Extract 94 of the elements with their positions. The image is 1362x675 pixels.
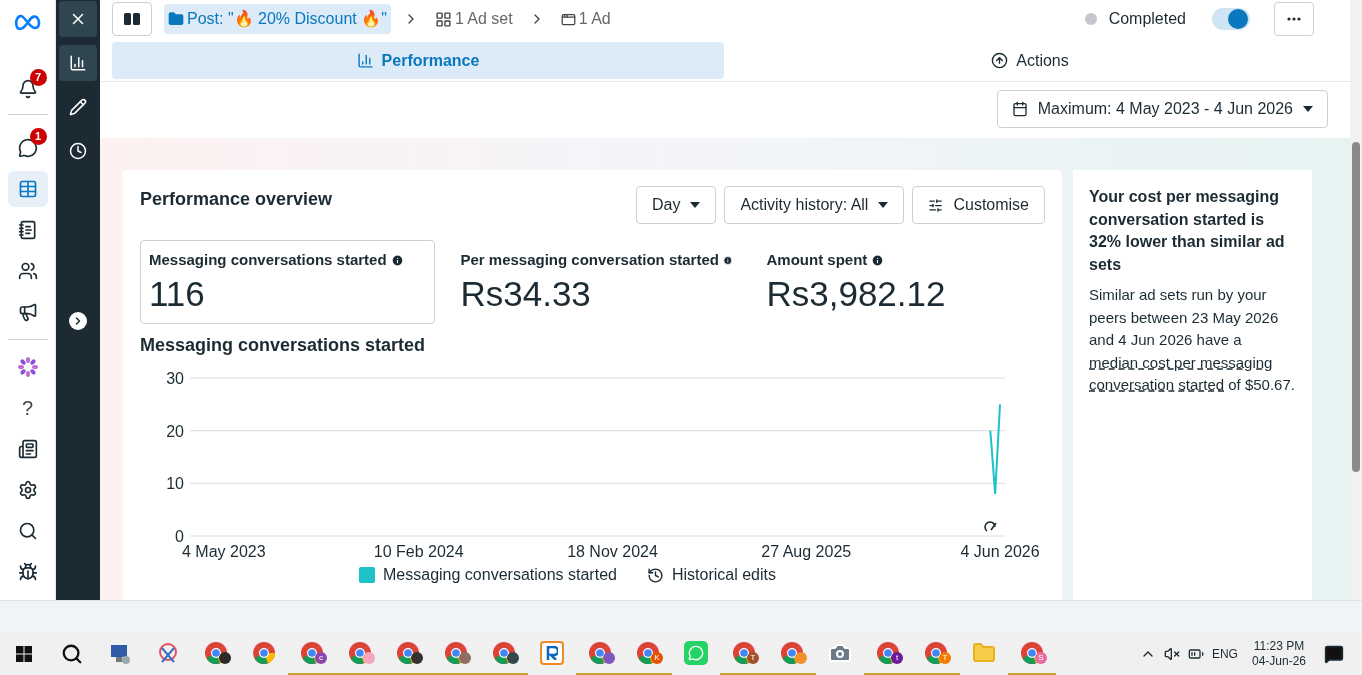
- table-icon: [17, 179, 38, 199]
- gear-icon: [17, 480, 38, 500]
- search-icon: [61, 642, 83, 665]
- logo-icon: [13, 14, 42, 30]
- legend-label: Historical edits: [671, 565, 776, 585]
- insight-text: Similar ad sets run by your peers between 23 May 2026 and 4 Jun 2026 have a median cost per messaging conversation started of $50.67.: [1089, 285, 1296, 395]
- history-icon: [646, 566, 664, 584]
- tab[interactable]: Actions: [724, 42, 1336, 79]
- notebook-icon: [17, 220, 38, 240]
- metric-label: Per messaging conversation started: [460, 250, 719, 270]
- dropdown-button[interactable]: Day: [635, 186, 717, 224]
- dropdown-button[interactable]: Activity history: All: [724, 186, 905, 224]
- scrollbar-thumb[interactable]: [1352, 142, 1360, 472]
- nav-item[interactable]: ?: [7, 390, 48, 426]
- taskbar-app[interactable]: K: [624, 632, 672, 675]
- metric-label: Messaging conversations started: [149, 250, 387, 270]
- app-icon: [540, 640, 564, 665]
- breadcrumb-link[interactable]: Post: "🔥 20% Discount 🔥": [164, 4, 391, 34]
- caret-icon: [1303, 106, 1313, 112]
- breadcrumb-link[interactable]: 1 Ad set: [430, 4, 517, 34]
- metric-label: Amount spent: [766, 250, 868, 270]
- chat-icon: [17, 138, 38, 158]
- median-cost-link[interactable]: conversation started: [1089, 376, 1225, 393]
- toggle-switch[interactable]: [1212, 8, 1250, 30]
- clock-time: 11:23 PM: [1253, 638, 1305, 654]
- chat-app-icon: [684, 640, 708, 665]
- axis-tick-label: 10: [166, 475, 184, 493]
- bar-chart-icon: [356, 52, 374, 69]
- notification-badge: 1: [29, 128, 47, 145]
- browser-icon: [252, 640, 276, 665]
- expand-button[interactable]: [69, 312, 87, 330]
- card-title: Performance overview: [140, 188, 333, 211]
- folder-icon: [168, 11, 184, 27]
- date-range-button[interactable]: Maximum: 4 May 2023 - 4 Jun 2026: [996, 90, 1328, 128]
- rail-button[interactable]: [59, 45, 97, 81]
- legend-label: Messaging conversations started: [383, 565, 617, 585]
- search-icon: [17, 521, 38, 541]
- info-icon: [871, 253, 885, 267]
- language-indicator: ENG: [1211, 645, 1238, 663]
- settings-icon: [928, 197, 944, 213]
- customise-button[interactable]: Customise: [912, 186, 1045, 224]
- speaker-muted-icon: [1163, 645, 1180, 662]
- news-icon: [17, 439, 38, 459]
- info-icon: [390, 253, 404, 267]
- metric-value: Rs34.33: [460, 272, 592, 315]
- notifications-icon: [1324, 643, 1344, 664]
- bug-icon: [17, 562, 38, 582]
- people-icon: [17, 261, 38, 281]
- grid-icon: [434, 10, 452, 28]
- clock-date: 04-Jun-26: [1251, 653, 1306, 669]
- axis-tick-label: 0: [175, 528, 184, 545]
- notification-badge: 7: [29, 69, 47, 86]
- caret-icon: [690, 202, 701, 208]
- windows-icon: [16, 645, 32, 662]
- taskbar-app[interactable]: c: [288, 632, 336, 675]
- tab[interactable]: Performance: [112, 42, 724, 79]
- axis-tick-label: 4 May 2023: [182, 543, 266, 560]
- pencil-icon: [69, 98, 87, 116]
- split-panel-icon: [124, 13, 140, 25]
- chart-title: Messaging conversations started: [140, 334, 427, 357]
- status-label: Completed: [1108, 9, 1186, 29]
- nav-item[interactable]: 1: [7, 130, 48, 166]
- arrow-up-icon: [991, 52, 1009, 69]
- breadcrumb-link[interactable]: 1 Ad: [556, 4, 615, 34]
- info-icon: [722, 253, 733, 267]
- metric-tile[interactable]: Amount spent Rs3,982.12: [757, 240, 1045, 324]
- axis-tick-label: 30: [166, 370, 184, 387]
- median-cost-link[interactable]: median cost per messaging: [1089, 353, 1273, 371]
- metric-tile[interactable]: Messaging conversations started 116: [140, 240, 436, 324]
- axis-tick-label: 18 Nov 2024: [567, 543, 658, 560]
- clock-icon: [69, 142, 87, 160]
- megaphone-icon: [17, 302, 38, 322]
- taskbar-app[interactable]: t: [864, 632, 912, 675]
- close-button[interactable]: [59, 1, 97, 37]
- folder-icon: [972, 640, 996, 665]
- axis-tick-label: 10 Feb 2024: [373, 543, 464, 560]
- edit-marker-icon: [984, 521, 997, 532]
- panel-toggle-button[interactable]: [112, 2, 152, 36]
- calendar-icon: [1011, 101, 1028, 117]
- metric-value: 116: [149, 272, 206, 315]
- bell-icon: [17, 79, 38, 99]
- axis-tick-label: 4 Jun 2026: [960, 543, 1040, 560]
- taskbar-app[interactable]: T: [720, 632, 768, 675]
- nav-item[interactable]: 7: [7, 71, 48, 107]
- chart-icon: [69, 54, 87, 72]
- axis-tick-label: 27 Aug 2025: [761, 543, 852, 560]
- metric-tile[interactable]: Per messaging conversation started Rs34.33: [451, 240, 742, 324]
- axis-tick-label: 20: [166, 422, 184, 440]
- insight-title: Your cost per messaging conversation started is 32% lower than similar ad sets: [1089, 187, 1286, 275]
- flower-icon: [16, 356, 39, 378]
- window-icon: [560, 11, 576, 27]
- more-icon: [1287, 17, 1301, 21]
- metric-value: Rs3,982.12: [766, 272, 947, 315]
- caret-icon: [878, 202, 889, 208]
